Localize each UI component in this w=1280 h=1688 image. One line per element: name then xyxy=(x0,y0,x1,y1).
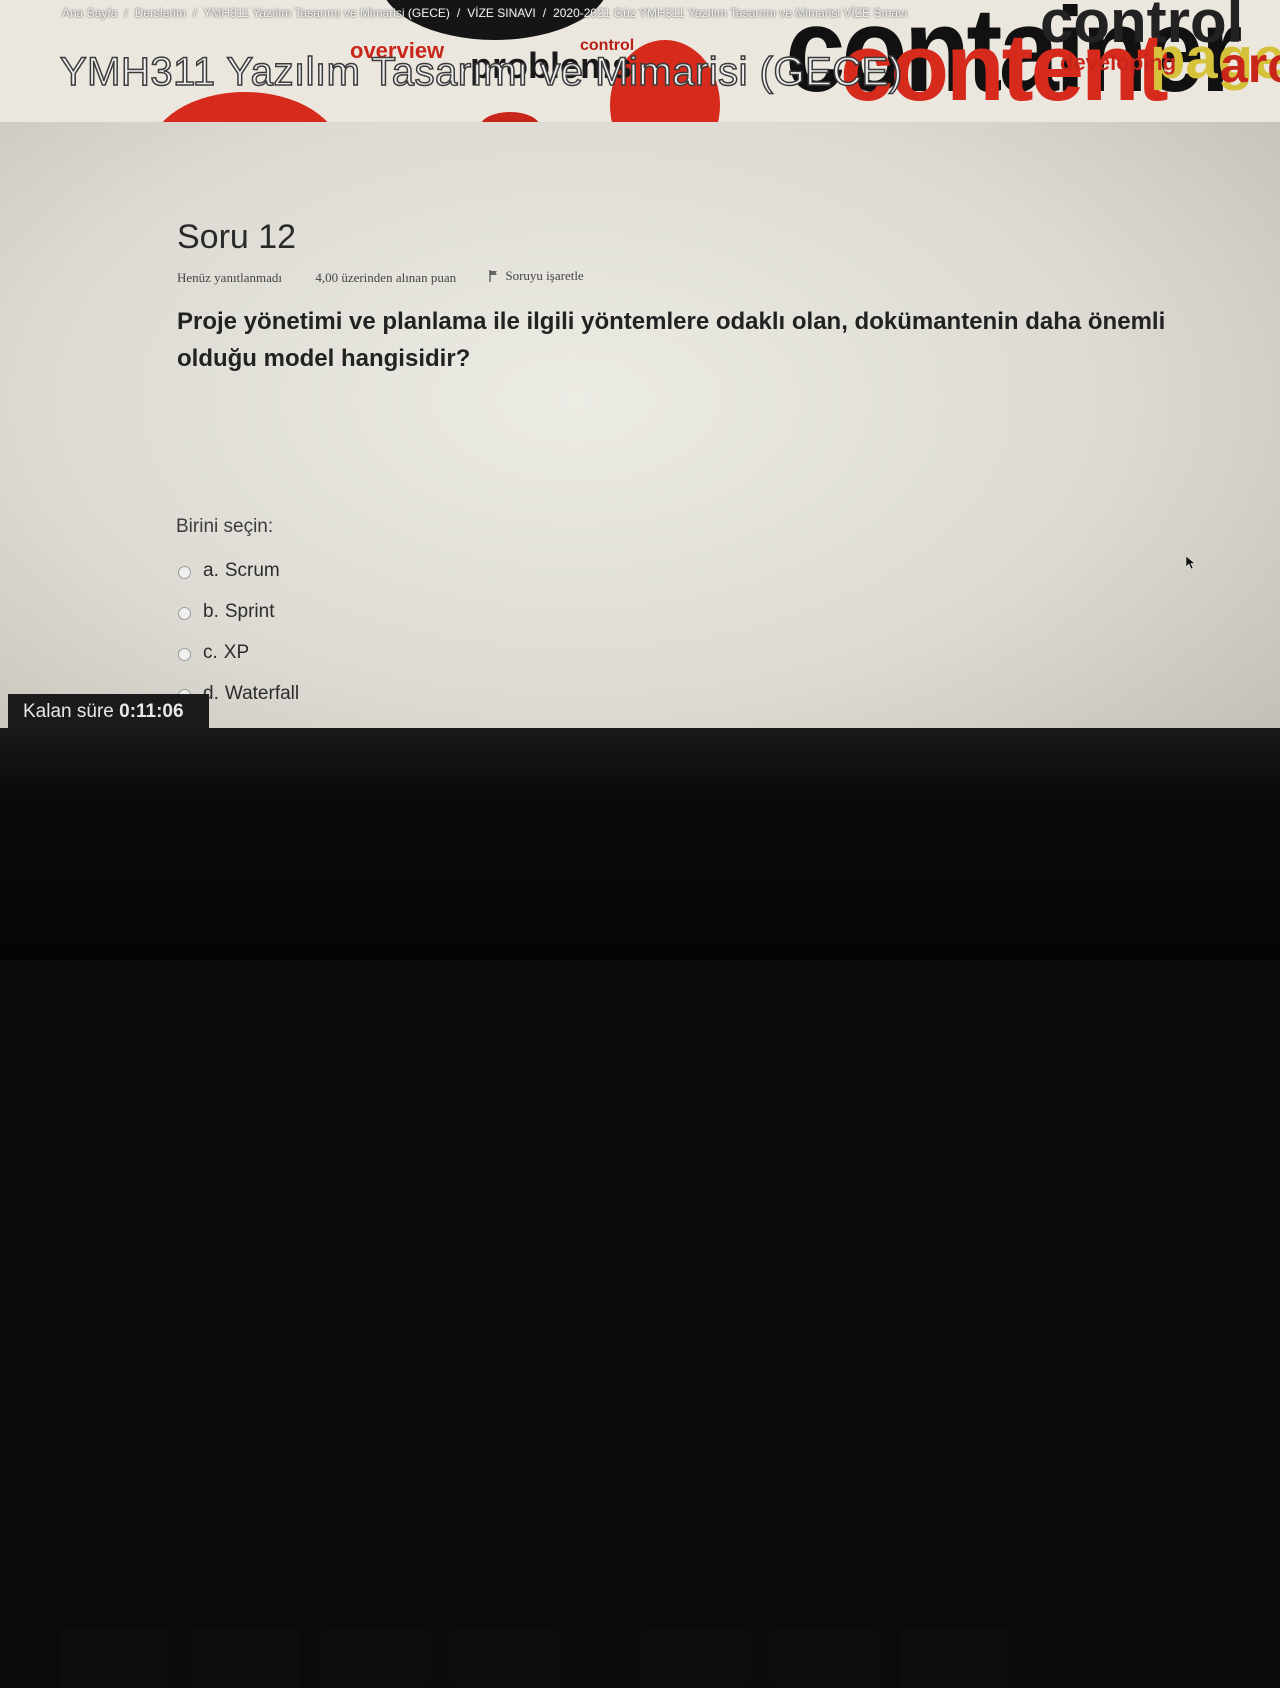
answer-options: a. Scrum b. Sprint c. XP d. Waterfall xyxy=(178,550,299,714)
screen: container control content page problems … xyxy=(0,0,1280,728)
monitor-bezel xyxy=(0,728,1280,1688)
keyboard-key xyxy=(450,1628,560,1688)
keyboard-key xyxy=(60,1628,170,1688)
course-header-banner: container control content page problems … xyxy=(0,0,1280,122)
keyboard-key xyxy=(320,1628,430,1688)
course-title: YMH311 Yazılım Tasarımı ve Mimarisi (GEC… xyxy=(59,49,903,95)
question-status: Henüz yanıtlanmadı xyxy=(177,270,283,285)
radio-icon[interactable] xyxy=(178,606,191,620)
banner-decor-shape xyxy=(150,92,340,122)
banner-word: architecture xyxy=(1220,37,1280,93)
question-info: Henüz yanıtlanmadı 4,00 üzerinden alınan… xyxy=(177,268,614,286)
breadcrumb-separator: / xyxy=(124,6,128,20)
option-text: XP xyxy=(223,641,250,663)
answer-option-b[interactable]: b. Sprint xyxy=(178,591,299,632)
option-letter: a. xyxy=(203,559,219,581)
question-text: Proje yönetimi ve planlama ile ilgili yö… xyxy=(177,308,1166,372)
keyboard-key xyxy=(900,1628,1010,1688)
answer-prompt: Birini seçin: xyxy=(176,516,274,537)
breadcrumb-separator: / xyxy=(456,6,461,20)
option-label: a. Scrum xyxy=(203,560,280,582)
radio-icon[interactable] xyxy=(178,565,191,579)
breadcrumb-quiz-link[interactable]: 2020-2021 Güz YMH311 Yazılım Tasarımı ve… xyxy=(553,6,907,20)
answer-option-a[interactable]: a. Scrum xyxy=(178,550,299,591)
option-text: Scrum xyxy=(224,559,280,581)
breadcrumb-course-link[interactable]: YMH311 Yazılım Tasarımı ve Mimarisi (GEC… xyxy=(203,6,450,20)
option-label: d. Waterfall xyxy=(203,683,299,705)
option-label: c. XP xyxy=(203,642,249,664)
breadcrumb-home-link[interactable]: Ana Sayfa xyxy=(62,6,117,20)
radio-icon[interactable] xyxy=(178,647,191,661)
question-points: 4,00 üzerinden alınan puan xyxy=(315,270,457,285)
keyboard-key xyxy=(770,1628,880,1688)
keyboard-key xyxy=(640,1628,750,1688)
option-letter: c. xyxy=(203,641,218,663)
banner-decor-shape xyxy=(480,112,540,122)
flag-question-link[interactable]: Soruyu işaretle xyxy=(489,268,584,284)
mouse-cursor-icon xyxy=(1186,556,1196,570)
option-label: b. Sprint xyxy=(203,601,275,623)
breadcrumb-separator: / xyxy=(542,6,547,20)
timer-label: Kalan süre xyxy=(23,701,114,722)
banner-word: developing xyxy=(1060,50,1177,75)
flag-icon xyxy=(489,270,498,282)
breadcrumb-courses-link[interactable]: Derslerim xyxy=(135,6,186,20)
answer-option-c[interactable]: c. XP xyxy=(178,632,299,673)
keyboard-area xyxy=(0,1628,1280,1688)
keyboard-key xyxy=(190,1628,300,1688)
option-text: Waterfall xyxy=(224,682,300,704)
timer-value: 0:11:06 xyxy=(119,701,184,722)
option-letter: b. xyxy=(203,600,219,622)
flag-question-label: Soruyu işaretle xyxy=(505,268,584,283)
breadcrumb-section-link[interactable]: VİZE SINAVI xyxy=(467,6,535,20)
breadcrumb: Ana Sayfa / Derslerim / YMH311 Yazılım Tasar… xyxy=(62,6,907,20)
breadcrumb-separator: / xyxy=(193,6,197,20)
option-text: Sprint xyxy=(224,600,275,622)
quiz-timer: Kalan süre 0:11:06 xyxy=(8,694,209,728)
question-number: Soru 12 xyxy=(177,218,297,256)
